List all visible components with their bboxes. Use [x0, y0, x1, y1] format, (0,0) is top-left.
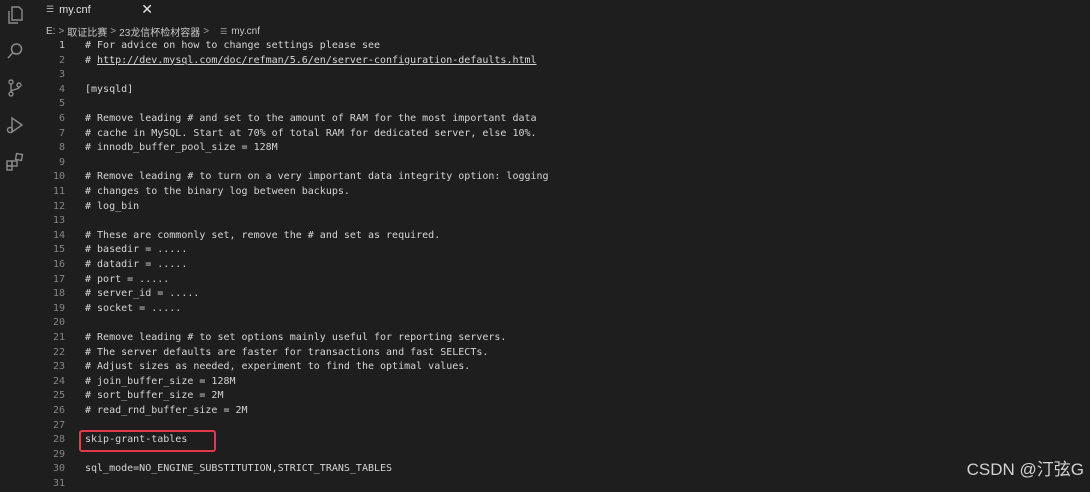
line-number: 8: [58, 142, 65, 154]
tab-my-cnf[interactable]: ☰ my.cnf ✕: [43, 0, 155, 19]
chevron-right-icon: >: [110, 25, 117, 37]
line-number: 15: [52, 244, 65, 256]
breadcrumb-file[interactable]: my.cnf: [231, 26, 260, 37]
breadcrumb: E: > 取证比赛 > 23龙信杯检材容器 > ☰ my.cnf: [46, 23, 1090, 39]
line-number: 3: [58, 69, 65, 81]
code-text: # http://dev.mysql.com/doc/refman/5.6/en…: [85, 54, 537, 66]
line-number: 9: [58, 156, 65, 168]
line-number: 30: [52, 463, 65, 475]
line-number: 28: [52, 434, 65, 446]
line-number: 7: [58, 127, 65, 139]
search-icon[interactable]: [4, 40, 26, 62]
code-text: # sort_buffer_size = 2M: [85, 390, 224, 402]
code-text: # Remove leading # to turn on a very imp…: [85, 171, 549, 183]
file-lines-icon: ☰: [46, 4, 55, 14]
code-text: sql_mode=NO_ENGINE_SUBSTITUTION,STRICT_T…: [85, 463, 393, 475]
line-number: 20: [52, 317, 65, 329]
line-number: 31: [52, 478, 65, 489]
code-text: # changes to the binary log between back…: [85, 186, 350, 197]
watermark: CSDN @汀弦G: [966, 460, 1084, 479]
code-text: # Remove leading # and set to the amount…: [85, 113, 537, 124]
code-text: # log_bin: [85, 200, 140, 212]
activity-bar: [0, 0, 33, 488]
line-number: 10: [52, 171, 65, 183]
code-text: # The server defaults are faster for tra…: [85, 346, 489, 358]
breadcrumb-item[interactable]: 23龙信杯检材容器: [119, 24, 200, 39]
code-text: # join_buffer_size = 128M: [85, 375, 236, 387]
url-link[interactable]: http://dev.mysql.com/doc/refman/5.6/en/s…: [97, 55, 537, 66]
line-number: 21: [52, 332, 65, 343]
line-number: 26: [52, 405, 65, 416]
tab-label: my.cnf: [59, 3, 91, 16]
line-number: 12: [52, 200, 65, 212]
line-number: 14: [52, 229, 65, 241]
code-text: # port = .....: [85, 273, 170, 285]
code-text: # These are commonly set, remove the # a…: [85, 229, 441, 241]
line-number: 11: [52, 186, 65, 197]
close-icon[interactable]: ✕: [141, 1, 153, 18]
files-icon[interactable]: [4, 4, 26, 26]
code-text: # socket = .....: [85, 302, 182, 314]
code-text: # innodb_buffer_pool_size = 128M: [85, 142, 278, 154]
line-number: 4: [58, 83, 65, 95]
line-number: 16: [52, 259, 65, 270]
code-text: # basedir = .....: [85, 244, 188, 256]
highlight-annotation-box: [79, 430, 216, 452]
line-number: 25: [52, 390, 65, 402]
line-number: 18: [52, 288, 65, 300]
line-number: 27: [52, 419, 65, 431]
line-number: 17: [52, 273, 65, 285]
line-number: 6: [58, 113, 65, 124]
tab-bar: ☰ my.cnf ✕: [33, 0, 1090, 19]
source-control-icon[interactable]: [4, 77, 26, 99]
chevron-right-icon: >: [58, 25, 65, 37]
line-number: 2: [58, 54, 65, 66]
line-number: 1: [58, 40, 65, 51]
code-text: # read_rnd_buffer_size = 2M: [85, 405, 248, 416]
code-text: # cache in MySQL. Start at 70% of total …: [85, 127, 537, 139]
line-number: 13: [52, 215, 65, 227]
extensions-icon[interactable]: [4, 151, 26, 173]
run-debug-icon[interactable]: [4, 114, 26, 136]
line-number: 22: [52, 346, 65, 358]
code-text: # For advice on how to change settings p…: [85, 40, 381, 51]
code-text: # Remove leading # to set options mainly…: [85, 332, 507, 343]
code-text: # Adjust sizes as needed, experiment to …: [85, 361, 471, 373]
line-number: 19: [52, 302, 65, 314]
file-lines-icon: ☰: [220, 26, 228, 36]
line-number: 24: [52, 375, 65, 387]
code-text: # server_id = .....: [85, 288, 200, 300]
breadcrumb-item[interactable]: E:: [46, 26, 55, 37]
line-number: 29: [52, 448, 65, 460]
line-number: 5: [58, 98, 65, 110]
code-text: # datadir = .....: [85, 259, 188, 270]
code-editor[interactable]: 1 # For advice on how to change settings …: [33, 39, 1090, 489]
breadcrumb-item[interactable]: 取证比赛: [67, 24, 107, 39]
line-number: 23: [52, 361, 65, 373]
code-text: [mysqld]: [85, 83, 134, 95]
chevron-right-icon: >: [203, 25, 210, 37]
